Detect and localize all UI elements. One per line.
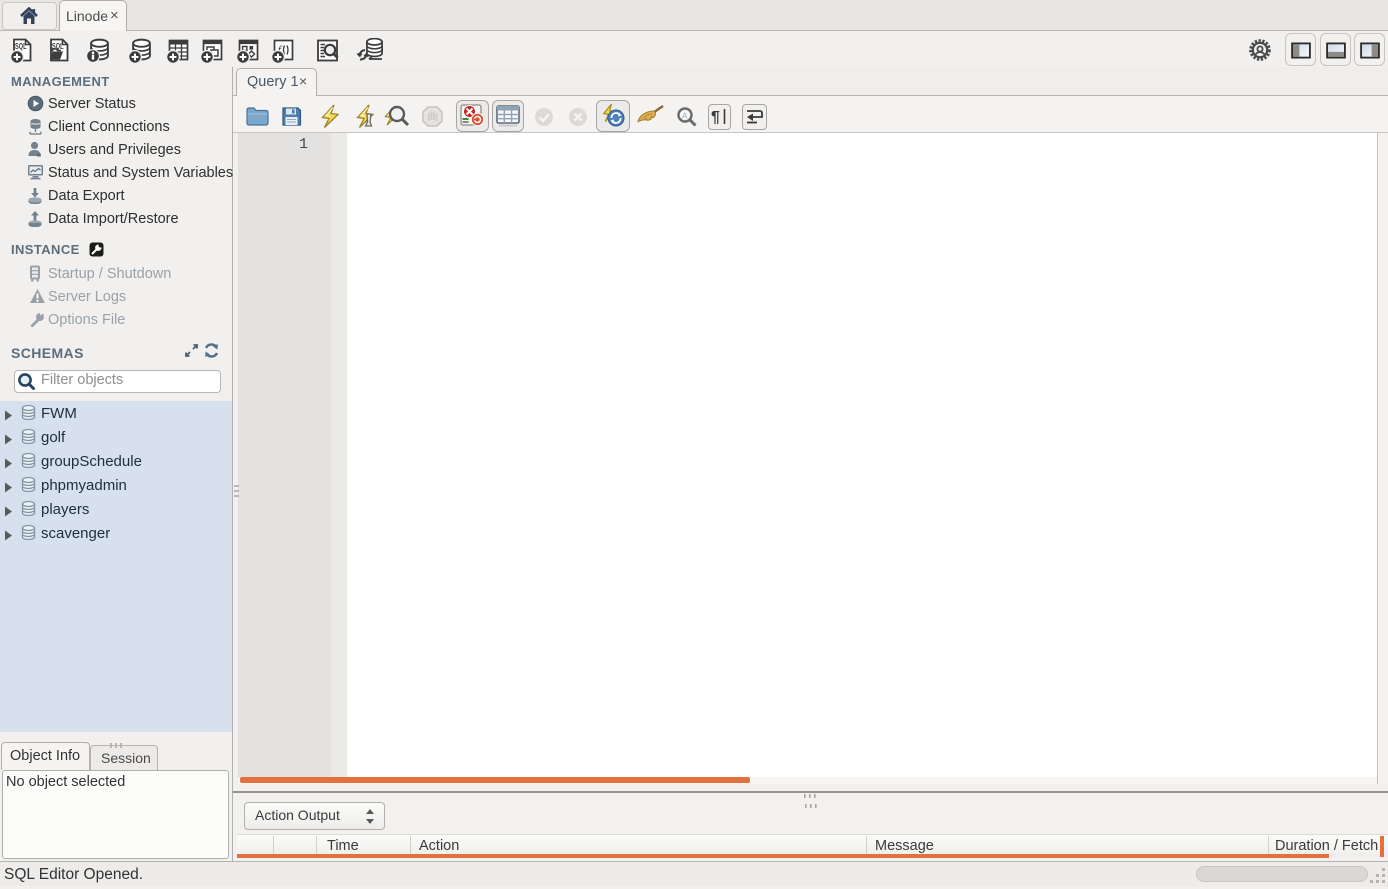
svg-text:A: A	[682, 112, 688, 121]
svg-text:¶: ¶	[711, 109, 720, 126]
svg-text:SQL: SQL	[15, 42, 27, 51]
